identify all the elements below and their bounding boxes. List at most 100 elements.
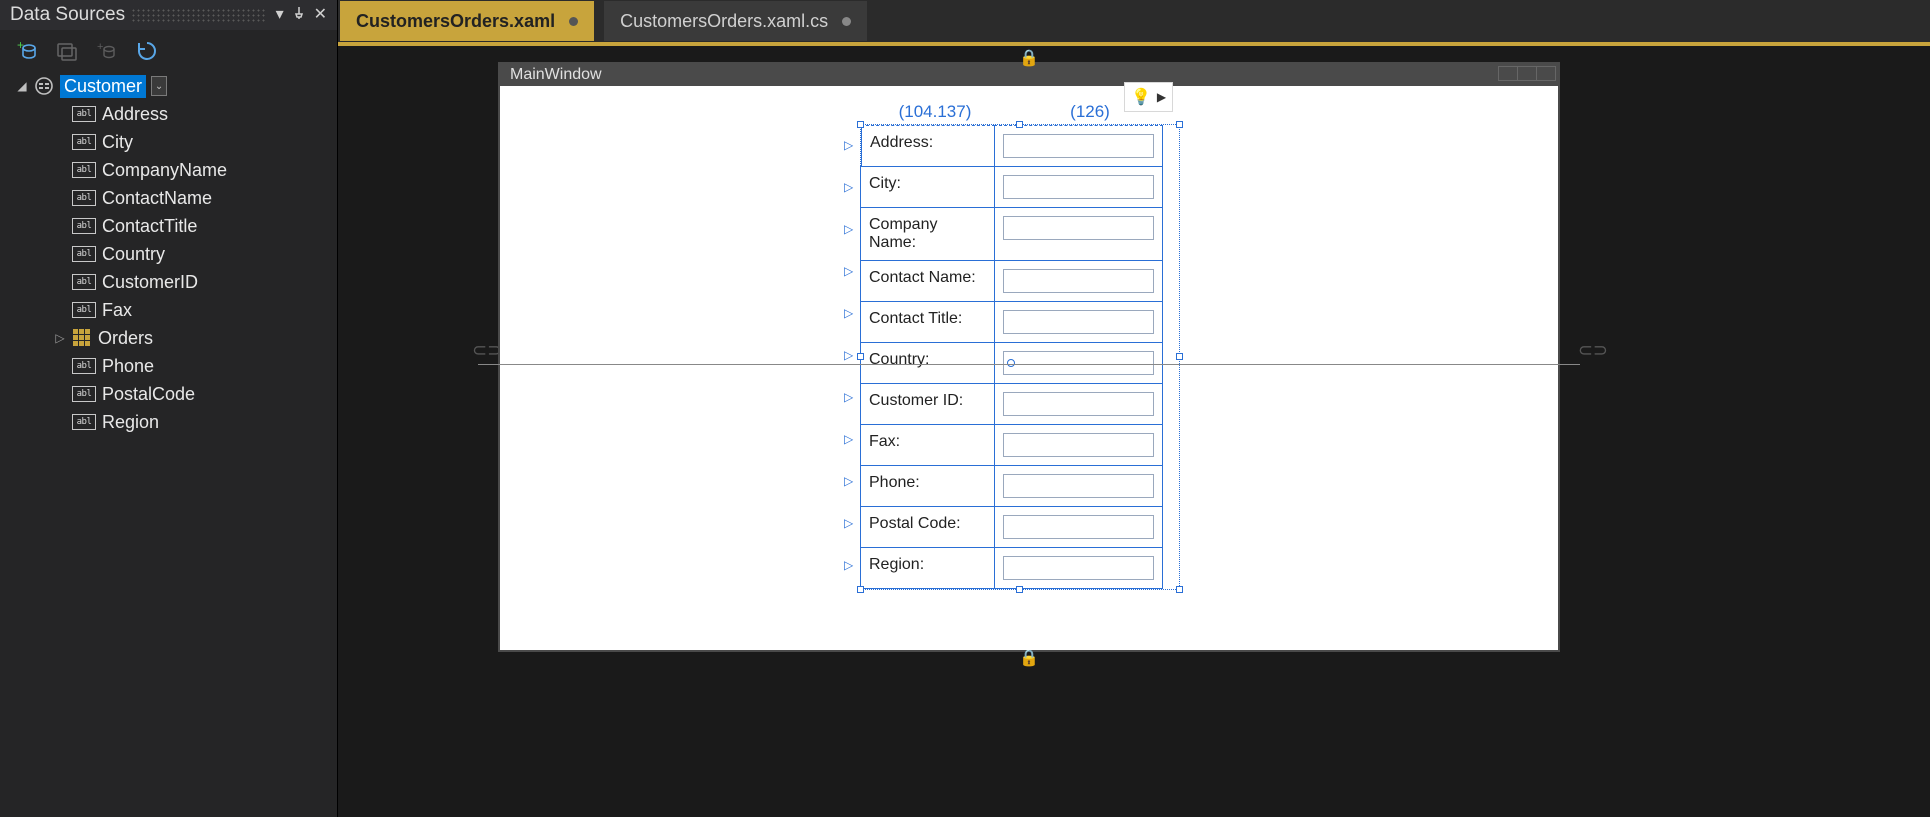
tree-field[interactable]: ablContactName [16, 184, 331, 212]
tab-label: CustomersOrders.xaml.cs [620, 11, 828, 32]
tree-field[interactable]: ablPhone [16, 352, 331, 380]
resize-handle[interactable] [857, 586, 864, 593]
expander-icon[interactable]: ◢ [16, 79, 28, 93]
tab-label: CustomersOrders.xaml [356, 11, 555, 32]
resize-handle[interactable] [1016, 586, 1023, 593]
refresh-button[interactable] [134, 38, 160, 64]
panel-title: Data Sources [10, 4, 125, 26]
row-marker-icon[interactable]: ▷ [844, 334, 853, 376]
lock-bottom-icon[interactable]: 🔒 [1019, 648, 1039, 668]
selected-grid[interactable]: Address:City:Company Name:Contact Name:C… [860, 124, 1180, 590]
tree-field-label: City [102, 132, 133, 153]
panel-grip[interactable] [131, 8, 265, 22]
row-marker-icon[interactable]: ▷ [844, 292, 853, 334]
tree-field[interactable]: ablFax [16, 296, 331, 324]
lock-top-icon[interactable]: 🔒 [1019, 48, 1039, 68]
textbox[interactable] [1003, 216, 1154, 240]
textbox[interactable] [1003, 556, 1154, 580]
datasource-tree: ◢ Customer ⌄ ablAddressablCityablCompany… [0, 72, 337, 440]
form-label: Contact Name: [860, 260, 995, 302]
row-marker-icon[interactable]: ▷ [844, 502, 853, 544]
textbox[interactable] [1003, 269, 1154, 293]
row-marker-icon[interactable]: ▷ [844, 460, 853, 502]
row-marker-icon[interactable]: ▷ [844, 124, 853, 166]
add-datasource-button[interactable]: + [14, 38, 40, 64]
textbox-icon: abl [72, 218, 96, 234]
textbox[interactable] [1003, 515, 1154, 539]
tab-customers-orders-cs[interactable]: CustomersOrders.xaml.cs [604, 1, 867, 41]
maximize-icon[interactable] [1517, 66, 1537, 81]
resize-handle[interactable] [1176, 121, 1183, 128]
pin-icon[interactable] [288, 4, 310, 26]
textbox[interactable] [1003, 392, 1154, 416]
expander-icon[interactable]: ▷ [54, 331, 66, 345]
form-label: Customer ID: [860, 383, 995, 425]
resize-handle[interactable] [1176, 353, 1183, 360]
panel-toolbar: + + [0, 30, 337, 72]
tree-field[interactable]: ablCountry [16, 240, 331, 268]
dirty-indicator-icon [842, 17, 851, 26]
drop-type-handle[interactable]: ⌄ [151, 76, 167, 96]
tree-field-label: Address [102, 104, 168, 125]
textbox-icon: abl [72, 274, 96, 290]
tree-field[interactable]: ablCustomerID [16, 268, 331, 296]
form-input-cell [994, 260, 1163, 302]
tree-node-orders[interactable]: ▷ Orders [16, 324, 331, 352]
resize-handle[interactable] [1176, 586, 1183, 593]
tree-field[interactable]: abl CompanyName [16, 156, 331, 184]
design-surface[interactable]: 💡 ▶ (104.137) (126) ▷▷▷▷▷▷▷▷▷▷▷ [500, 86, 1558, 650]
tree-field[interactable]: ablRegion [16, 408, 331, 436]
tree-node-label: Orders [98, 328, 153, 349]
form-label: City: [860, 166, 995, 208]
tree-field[interactable]: abl Address [16, 100, 331, 128]
col2-width-label: (126) [1010, 102, 1170, 122]
tree-field[interactable]: abl ContactTitle [16, 212, 331, 240]
tree-field[interactable]: ablPostalCode [16, 380, 331, 408]
form-input-cell [994, 465, 1163, 507]
row-marker-icon[interactable]: ▷ [844, 418, 853, 460]
textbox[interactable] [1003, 134, 1154, 158]
textbox[interactable] [1003, 474, 1154, 498]
tab-customers-orders-xaml[interactable]: CustomersOrders.xaml [340, 1, 594, 41]
row-marker-icon[interactable]: ▷ [844, 376, 853, 418]
tree-field-label: ContactTitle [102, 216, 197, 237]
tab-strip: CustomersOrders.xaml CustomersOrders.xam… [338, 0, 1930, 42]
column-ruler: (104.137) (126) [860, 102, 1170, 122]
textbox[interactable] [1003, 310, 1154, 334]
row-marker-icon[interactable]: ▷ [844, 208, 853, 250]
resize-handle[interactable] [857, 353, 864, 360]
margin-handle-right-icon[interactable]: ⊂⊃ [1578, 340, 1608, 361]
close-icon[interactable]: ✕ [310, 5, 331, 25]
row-marker-icon[interactable]: ▷ [844, 166, 853, 208]
textbox[interactable] [1003, 351, 1154, 375]
resize-handle[interactable] [1016, 121, 1023, 128]
svg-text:+: + [97, 41, 103, 53]
tree-field-label: ContactName [102, 188, 212, 209]
designer-viewport[interactable]: ⊂⊃ MainWindow 🔒 🔒 💡 [338, 46, 1930, 817]
textbox-icon: abl [72, 162, 96, 178]
textbox[interactable] [1003, 175, 1154, 199]
configure-button[interactable]: + [94, 38, 120, 64]
textbox[interactable] [1003, 433, 1154, 457]
tree-field-label: Region [102, 412, 159, 433]
minimize-icon[interactable] [1498, 66, 1518, 81]
form-label: Postal Code: [860, 506, 995, 548]
textbox-icon: abl [72, 106, 96, 122]
form-input-cell [994, 506, 1163, 548]
tree-field-label: Phone [102, 356, 154, 377]
edit-dataset-button[interactable] [54, 38, 80, 64]
tree-node-customer[interactable]: ◢ Customer ⌄ [16, 72, 331, 100]
form-input-cell [994, 207, 1163, 261]
row-marker-icon[interactable]: ▷ [844, 250, 853, 292]
dirty-indicator-icon [569, 17, 578, 26]
close-icon[interactable] [1536, 66, 1556, 81]
row-markers: ▷▷▷▷▷▷▷▷▷▷▷ [844, 124, 853, 586]
resize-handle[interactable] [857, 121, 864, 128]
design-window[interactable]: MainWindow 🔒 🔒 💡 ▶ [498, 62, 1560, 652]
tree-field[interactable]: ablCity [16, 128, 331, 156]
form-label: Fax: [860, 424, 995, 466]
form-input-cell [994, 383, 1163, 425]
panel-dropdown-icon[interactable]: ▾ [272, 5, 288, 25]
row-marker-icon[interactable]: ▷ [844, 544, 853, 586]
tree-field-label: CompanyName [102, 160, 227, 181]
